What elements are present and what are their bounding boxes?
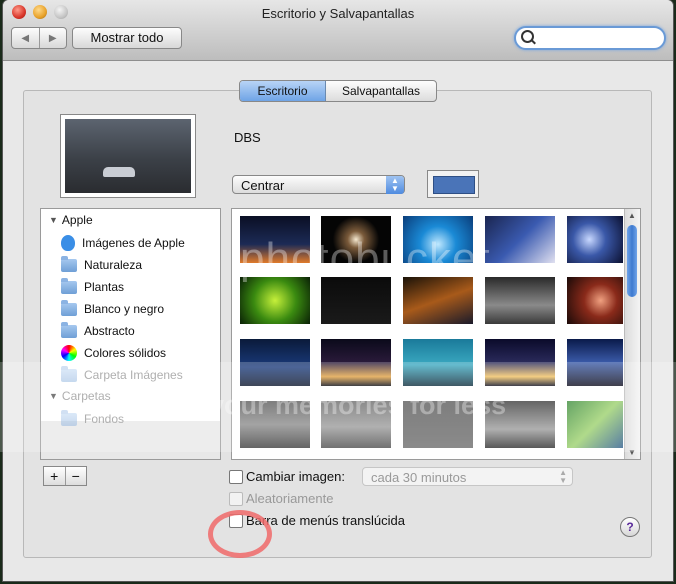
- thumbnail-hong-kong-night[interactable]: [485, 339, 555, 386]
- current-picture-name: DBS: [234, 130, 261, 145]
- remove-folder-button[interactable]: −: [64, 467, 87, 485]
- thumbnail-anime-girl[interactable]: [485, 216, 555, 263]
- image-browser: ▲ ▼: [231, 208, 641, 460]
- thumbnail-city-skyline-teal[interactable]: [403, 339, 473, 386]
- thumbnail-city-gray[interactable]: [240, 401, 310, 448]
- interval-value: cada 30 minutos: [371, 470, 467, 485]
- add-remove-control: + −: [43, 466, 87, 486]
- disclosure-triangle-icon: ▼: [49, 215, 58, 225]
- sidebar-item-blanco-y-negro[interactable]: Blanco y negro: [61, 299, 164, 319]
- tab-escritorio[interactable]: Escritorio: [240, 81, 326, 101]
- scroll-up-icon[interactable]: ▲: [628, 211, 636, 220]
- back-forward-control: ◀ ▶: [11, 27, 67, 49]
- search-input[interactable]: [514, 26, 666, 50]
- folder-icon: [61, 321, 77, 338]
- thumbnail-blue-forest[interactable]: [240, 339, 310, 386]
- thumbnail-green-snake[interactable]: [240, 277, 310, 324]
- scroll-down-icon[interactable]: ▼: [628, 448, 636, 457]
- sidebar-group-apple[interactable]: ▼ Apple: [49, 213, 93, 227]
- thumbnail-gray-text[interactable]: [403, 401, 473, 448]
- tab-control: Escritorio Salvapantallas: [239, 80, 437, 102]
- source-list: ▼ Apple Imágenes de Apple Naturaleza Pla…: [40, 208, 221, 460]
- help-button[interactable]: ?: [620, 517, 640, 537]
- change-image-label: Cambiar imagen:: [246, 469, 345, 484]
- search-icon: [521, 30, 534, 43]
- scrollbar-thumb[interactable]: [627, 225, 637, 297]
- thumbnail-girl-bw[interactable]: [485, 401, 555, 448]
- sidebar-group-carpetas[interactable]: ▼ Carpetas: [49, 389, 111, 403]
- background-color-well[interactable]: [427, 170, 479, 198]
- thumbnail-city-bw[interactable]: [485, 277, 555, 324]
- folder-icon: [61, 255, 77, 272]
- folder-icon: [61, 299, 77, 316]
- thumbnail-water-drop-blue[interactable]: [403, 216, 473, 263]
- thumbnail-black-text[interactable]: [321, 277, 391, 324]
- thumbnail-mountain-night[interactable]: [567, 339, 623, 386]
- thumbnail-blue-nebula[interactable]: [567, 216, 623, 263]
- sidebar-item-imagenes-de-apple[interactable]: Imágenes de Apple: [61, 233, 185, 253]
- current-desktop-preview: [60, 114, 196, 198]
- folder-icon: [61, 277, 77, 294]
- folder-icon: [61, 409, 77, 426]
- thumbnail-road-gray[interactable]: [321, 401, 391, 448]
- sidebar-item-carpeta-imagenes[interactable]: Carpeta Imágenes: [61, 365, 183, 385]
- sidebar-item-plantas[interactable]: Plantas: [61, 277, 124, 297]
- preferences-window: Escritorio y Salvapantallas ◀ ▶ Mostrar …: [3, 0, 673, 581]
- tab-salvapantallas[interactable]: Salvapantallas: [326, 81, 436, 101]
- thumbnail-green-abstract[interactable]: [567, 401, 623, 448]
- red-annotation-circle: [208, 510, 272, 558]
- interval-popup[interactable]: cada 30 minutos ▲ ▼: [362, 467, 573, 486]
- color-swatch: [433, 176, 475, 194]
- position-value: Centrar: [241, 178, 285, 193]
- thumbnail-red-abstract[interactable]: [567, 277, 623, 324]
- thumbnail-light-trails-dark[interactable]: [321, 216, 391, 263]
- window-title: Escritorio y Salvapantallas: [261, 6, 415, 21]
- random-label: Aleatoriamente: [246, 491, 334, 506]
- title-bar: Escritorio y Salvapantallas ◀ ▶ Mostrar …: [3, 0, 673, 61]
- sidebar-item-fondos[interactable]: Fondos: [61, 409, 124, 429]
- sidebar-item-abstracto[interactable]: Abstracto: [61, 321, 135, 341]
- apple-icon: [61, 235, 75, 251]
- desktop-preview-image: [65, 119, 191, 193]
- popup-arrows-icon: ▲ ▼: [386, 176, 404, 194]
- back-button[interactable]: ◀: [12, 28, 39, 48]
- position-popup[interactable]: Centrar ▲ ▼: [232, 175, 405, 194]
- disclosure-triangle-icon: ▼: [49, 391, 58, 401]
- vertical-scrollbar[interactable]: ▲ ▼: [624, 209, 640, 459]
- sidebar-item-naturaleza[interactable]: Naturaleza: [61, 255, 142, 275]
- thumbnail-city-night[interactable]: [240, 216, 310, 263]
- forward-button[interactable]: ▶: [38, 28, 67, 48]
- thumbnail-highway-night[interactable]: [403, 277, 473, 324]
- thumbnail-bridge-night[interactable]: [321, 339, 391, 386]
- color-wheel-icon: [61, 345, 77, 361]
- add-folder-button[interactable]: +: [44, 467, 65, 485]
- random-checkbox[interactable]: [229, 492, 243, 506]
- change-image-checkbox[interactable]: [229, 470, 243, 484]
- popup-arrows-icon: ▲ ▼: [559, 468, 567, 485]
- folder-icon: [61, 365, 77, 382]
- sidebar-item-colores-solidos[interactable]: Colores sólidos: [61, 343, 166, 363]
- show-all-button[interactable]: Mostrar todo: [72, 27, 182, 49]
